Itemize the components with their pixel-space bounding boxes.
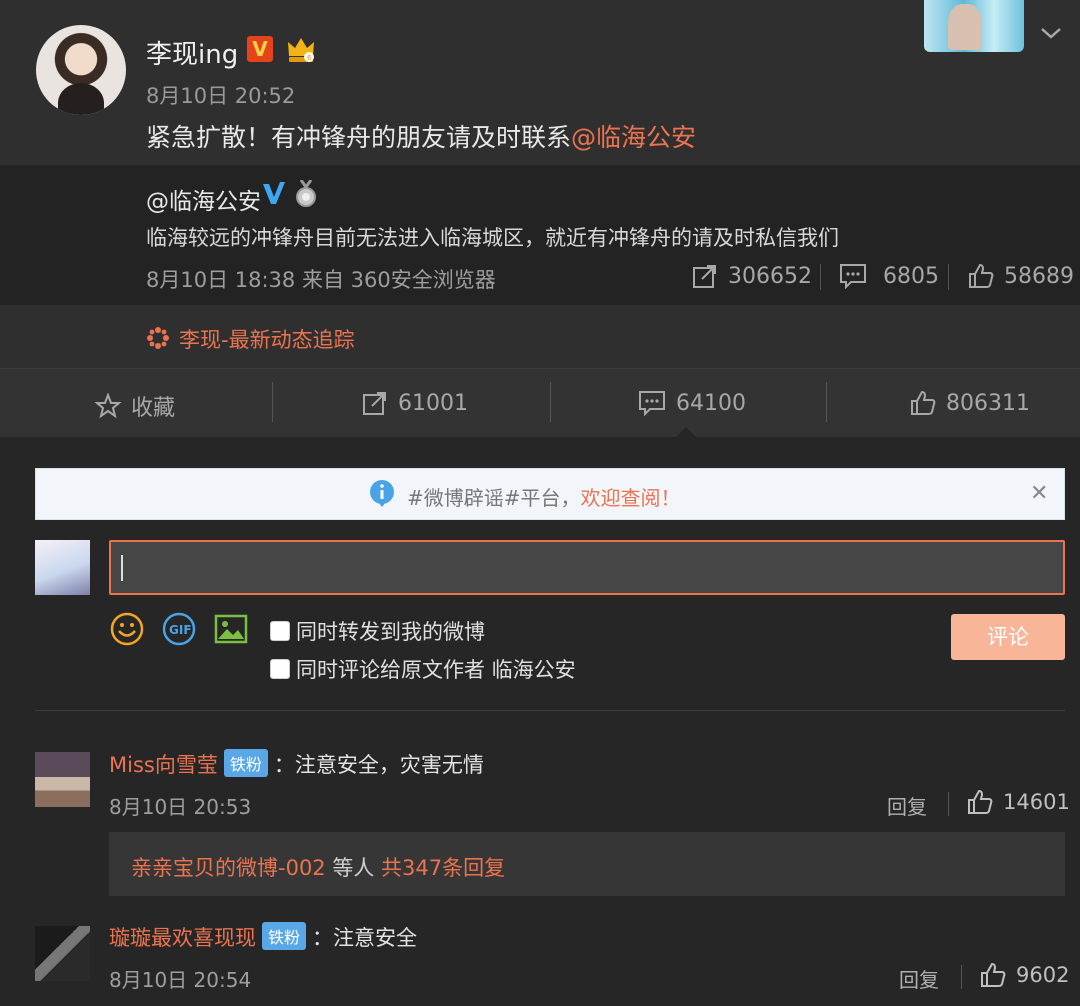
- medal-icon[interactable]: [294, 180, 318, 208]
- post-time: 8月10日 20:52: [146, 84, 296, 108]
- comment-author-checkbox-row[interactable]: 同时评论给原文作者 临海公安: [270, 654, 576, 684]
- forward-checkbox-label: 同时转发到我的微博: [296, 620, 485, 644]
- repost-forward-count[interactable]: 306652: [692, 263, 812, 289]
- active-tab-pointer: [676, 427, 696, 437]
- separator: [948, 264, 949, 290]
- comment-like-button[interactable]: 14601: [967, 789, 1070, 815]
- svg-text:GIF: GIF: [169, 623, 192, 637]
- comment-like-count: 14601: [1003, 790, 1070, 814]
- reply-button[interactable]: 回复: [899, 964, 939, 993]
- thumbs-up-icon: [968, 789, 993, 814]
- commenter-name[interactable]: 璇璇最欢喜现现: [109, 926, 256, 950]
- reply-button[interactable]: 回复: [887, 791, 927, 820]
- tracker-link[interactable]: 李现-最新动态追踪: [179, 324, 355, 354]
- commenter-name[interactable]: Miss向雪莹: [109, 753, 218, 777]
- separator: [820, 264, 821, 290]
- favorite-label: 收藏: [131, 396, 176, 421]
- chevron-down-icon[interactable]: [1040, 22, 1062, 44]
- repost-like-count[interactable]: 58689: [968, 263, 1074, 289]
- comment-time: 8月10日 20:54: [109, 968, 252, 992]
- comment-count: 64100: [676, 390, 746, 416]
- verified-v-icon: [263, 182, 285, 204]
- sparkle-icon: [147, 327, 169, 349]
- comment-like-button[interactable]: 9602: [980, 962, 1069, 988]
- separator: [948, 792, 949, 816]
- notice-link[interactable]: 欢迎查阅！: [581, 486, 681, 510]
- notice-prefix: #微博辟谣#平台，: [407, 486, 581, 510]
- sub-reply-count-link[interactable]: 共347条回复: [381, 856, 505, 880]
- emoji-icon[interactable]: [110, 612, 144, 646]
- commenter-avatar[interactable]: [35, 926, 90, 981]
- submit-comment-button[interactable]: 评论: [951, 614, 1065, 660]
- comment-area: [0, 437, 1080, 1006]
- svg-text:6: 6: [307, 54, 312, 62]
- thumbs-up-icon: [969, 263, 994, 288]
- share-icon: [693, 265, 716, 288]
- thumbs-up-icon: [911, 390, 936, 415]
- comment-icon: [840, 264, 866, 289]
- gif-icon[interactable]: GIF: [162, 612, 196, 646]
- repost-count: 61001: [398, 390, 468, 416]
- thumbs-up-icon: [981, 962, 1006, 987]
- repost-forward-value: 306652: [728, 263, 812, 289]
- fan-badge[interactable]: 铁粉: [262, 922, 307, 950]
- separator: [826, 382, 827, 422]
- share-icon: [363, 392, 386, 415]
- divider: [35, 710, 1065, 711]
- author-name[interactable]: 李现ing: [146, 34, 238, 71]
- info-icon: [370, 480, 394, 507]
- text-cursor: [121, 555, 123, 581]
- comment-text: ：注意安全: [312, 926, 418, 950]
- repost-meta: 8月10日 18:38 来自 360安全浏览器: [146, 268, 496, 292]
- comment-line: Miss向雪莹 铁粉 ：注意安全，灾害无情: [109, 749, 484, 779]
- close-icon[interactable]: ✕: [1030, 481, 1048, 506]
- post-body: 紧急扩散！有冲锋舟的朋友请及时联系: [146, 123, 572, 152]
- comment-text: ：注意安全，灾害无情: [273, 753, 484, 777]
- mention-link[interactable]: @临海公安: [571, 123, 696, 152]
- crown-icon[interactable]: 6: [286, 36, 316, 64]
- comment-button[interactable]: 64100: [638, 390, 746, 416]
- banner-portrait: [948, 4, 982, 50]
- separator: [961, 965, 962, 989]
- sub-reply-mid: 等人: [325, 856, 382, 880]
- repost-author[interactable]: @临海公安: [146, 182, 261, 216]
- repost-text: 临海较远的冲锋舟目前无法进入临海城区，就近有冲锋舟的请及时私信我们: [146, 226, 839, 250]
- forward-checkbox[interactable]: [270, 621, 290, 641]
- repost-comment-count[interactable]: 6805: [839, 263, 939, 289]
- repost-button[interactable]: 61001: [362, 390, 468, 416]
- image-icon[interactable]: [214, 612, 248, 646]
- comment-like-count: 9602: [1016, 963, 1070, 987]
- comment-time: 8月10日 20:53: [109, 795, 252, 819]
- favorite-button[interactable]: 收藏: [95, 390, 175, 422]
- comment-icon: [639, 391, 665, 416]
- post-text: 紧急扩散！有冲锋舟的朋友请及时联系@临海公安: [146, 118, 696, 154]
- star-icon: [95, 393, 121, 419]
- current-user-avatar[interactable]: [35, 540, 90, 595]
- vip-badge-icon[interactable]: V: [247, 36, 273, 62]
- sub-reply-summary: 亲亲宝贝的微博-002 等人 共347条回复: [131, 852, 505, 882]
- commenter-avatar[interactable]: [35, 752, 90, 807]
- notice-text: #微博辟谣#平台，欢迎查阅！: [407, 482, 681, 511]
- like-count: 806311: [946, 390, 1030, 416]
- repost-like-value: 58689: [1004, 263, 1074, 289]
- forward-checkbox-row[interactable]: 同时转发到我的微博: [270, 616, 485, 646]
- repost-comment-value: 6805: [883, 263, 939, 289]
- comment-line: 璇璇最欢喜现现 铁粉 ：注意安全: [109, 922, 417, 952]
- comment-author-checkbox[interactable]: [270, 659, 290, 679]
- sub-reply-user[interactable]: 亲亲宝贝的微博-002: [131, 856, 326, 880]
- separator: [272, 382, 273, 422]
- author-avatar[interactable]: [36, 25, 126, 115]
- comment-input[interactable]: [109, 540, 1065, 595]
- separator: [550, 382, 551, 422]
- fan-badge[interactable]: 铁粉: [223, 749, 268, 777]
- like-button[interactable]: 806311: [910, 390, 1030, 416]
- comment-author-checkbox-label: 同时评论给原文作者 临海公安: [296, 658, 576, 682]
